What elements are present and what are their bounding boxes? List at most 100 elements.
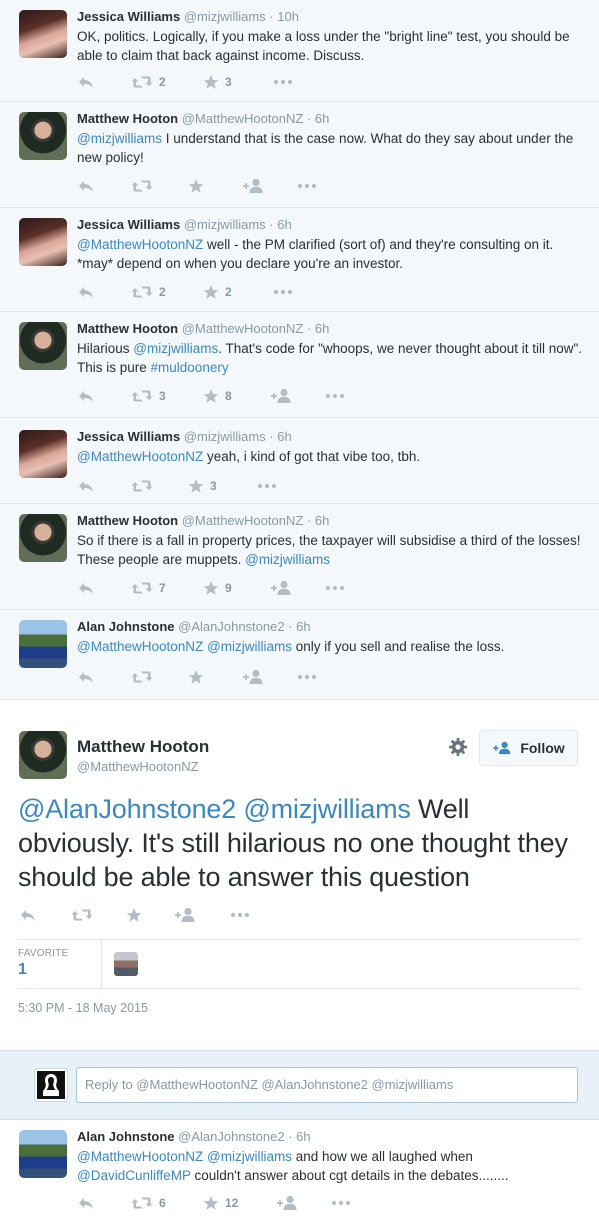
author-name[interactable]: Jessica Williams: [77, 429, 180, 444]
follow-icon[interactable]: [242, 176, 264, 196]
retweet-button[interactable]: 6: [131, 1193, 166, 1213]
reply-icon[interactable]: [19, 905, 37, 925]
follow-icon[interactable]: [174, 905, 196, 925]
gear-icon[interactable]: [448, 737, 468, 757]
mention-link[interactable]: @mizjwilliams: [207, 639, 292, 654]
mention-link[interactable]: @mizjwilliams: [207, 1149, 292, 1164]
retweet-icon[interactable]: [71, 905, 93, 925]
tweet-time[interactable]: · 6h: [307, 111, 329, 126]
author-handle[interactable]: @MatthewHootonNZ: [77, 759, 199, 774]
favorite-button[interactable]: 9: [203, 578, 232, 598]
author-name[interactable]: Alan Johnstone: [77, 619, 175, 634]
author-name[interactable]: Jessica Williams: [77, 217, 180, 232]
tweet-time[interactable]: · 10h: [269, 9, 299, 24]
conversation-tweet[interactable]: Alan Johnstone @AlanJohnstone2 · 6h @Mat…: [0, 610, 599, 699]
reply-icon[interactable]: [77, 578, 95, 598]
avatar[interactable]: [19, 112, 67, 160]
mention-link[interactable]: @mizjwilliams: [133, 341, 218, 356]
reply-icon[interactable]: [77, 176, 95, 196]
author-handle[interactable]: @mizjwilliams: [184, 217, 266, 232]
author-handle[interactable]: @MatthewHootonNZ: [182, 321, 304, 336]
author-name[interactable]: Alan Johnstone: [77, 1129, 175, 1144]
star-icon[interactable]: [188, 176, 204, 196]
avatar[interactable]: [19, 731, 67, 779]
author-handle[interactable]: @AlanJohnstone2: [178, 619, 284, 634]
retweet-icon[interactable]: [131, 476, 153, 496]
mention-link[interactable]: @mizjwilliams: [77, 131, 162, 146]
star-icon[interactable]: [126, 905, 142, 925]
author-handle[interactable]: @mizjwilliams: [184, 429, 266, 444]
tweet-time[interactable]: · 6h: [269, 429, 291, 444]
conversation-tweet[interactable]: Jessica Williams @mizjwilliams · 10h OK,…: [0, 0, 599, 102]
more-icon[interactable]: [297, 176, 317, 196]
more-icon[interactable]: [273, 72, 293, 92]
author-handle[interactable]: @AlanJohnstone2: [178, 1129, 284, 1144]
follow-button[interactable]: Follow: [479, 730, 578, 766]
mention-link[interactable]: @MatthewHootonNZ: [77, 1149, 203, 1164]
more-icon[interactable]: [273, 282, 293, 302]
favorite-button[interactable]: 2: [203, 282, 232, 302]
hashtag-link[interactable]: #muldoonery: [151, 360, 229, 375]
author-name[interactable]: Matthew Hooton: [77, 737, 209, 757]
author-handle[interactable]: @mizjwilliams: [184, 9, 266, 24]
tweet-time[interactable]: · 6h: [307, 321, 329, 336]
reply-icon[interactable]: [77, 1193, 95, 1213]
mention-link[interactable]: @mizjwilliams: [243, 794, 411, 824]
retweet-button[interactable]: 7: [131, 578, 166, 598]
avatar[interactable]: [19, 322, 67, 370]
reply-icon[interactable]: [77, 667, 95, 687]
tweet-time[interactable]: · 6h: [288, 1129, 310, 1144]
author-name[interactable]: Matthew Hooton: [77, 513, 178, 528]
reply-icon[interactable]: [77, 386, 95, 406]
tweet-time[interactable]: · 6h: [269, 217, 291, 232]
retweet-button[interactable]: 2: [131, 282, 166, 302]
star-icon[interactable]: [188, 667, 204, 687]
conversation-tweet[interactable]: Matthew Hooton @MatthewHootonNZ · 6h @mi…: [0, 102, 599, 208]
tweet-timestamp[interactable]: 5:30 PM - 18 May 2015: [18, 1001, 148, 1015]
more-icon[interactable]: [325, 578, 345, 598]
avatar[interactable]: [19, 430, 67, 478]
avatar[interactable]: [19, 514, 67, 562]
more-icon[interactable]: [230, 905, 250, 925]
mention-link[interactable]: @MatthewHootonNZ: [77, 639, 203, 654]
author-name[interactable]: Matthew Hooton: [77, 321, 178, 336]
tweet-time[interactable]: · 6h: [307, 513, 329, 528]
follow-icon[interactable]: [270, 386, 292, 406]
reply-icon[interactable]: [77, 72, 95, 92]
avatar[interactable]: [19, 1130, 67, 1178]
favorite-count[interactable]: 1: [18, 961, 27, 979]
reply-icon[interactable]: [77, 282, 95, 302]
retweet-button[interactable]: 2: [131, 72, 166, 92]
mention-link[interactable]: @MatthewHootonNZ: [77, 449, 203, 464]
follow-icon[interactable]: [270, 578, 292, 598]
follow-icon[interactable]: [242, 667, 264, 687]
favorite-button[interactable]: 8: [203, 386, 232, 406]
mention-link[interactable]: @DavidCunliffeMP: [77, 1168, 191, 1183]
author-name[interactable]: Jessica Williams: [77, 9, 180, 24]
more-icon[interactable]: [257, 476, 277, 496]
conversation-tweet[interactable]: Jessica Williams @mizjwilliams · 6h @Mat…: [0, 418, 599, 504]
reply-input[interactable]: Reply to @MatthewHootonNZ @AlanJohnstone…: [76, 1067, 578, 1103]
retweet-icon[interactable]: [131, 176, 153, 196]
author-handle[interactable]: @MatthewHootonNZ: [182, 513, 304, 528]
avatar[interactable]: [19, 218, 67, 266]
favorite-button[interactable]: 3: [188, 476, 217, 496]
mention-link[interactable]: @AlanJohnstone2: [18, 794, 236, 824]
mention-link[interactable]: @mizjwilliams: [245, 552, 330, 567]
conversation-tweet[interactable]: Matthew Hooton @MatthewHootonNZ · 6h Hil…: [0, 312, 599, 418]
tweet-time[interactable]: · 6h: [288, 619, 310, 634]
more-icon[interactable]: [331, 1193, 351, 1213]
conversation-tweet[interactable]: Matthew Hooton @MatthewHootonNZ · 6h So …: [0, 504, 599, 610]
reply-tweet[interactable]: Alan Johnstone @AlanJohnstone2 · 6h @Mat…: [0, 1120, 599, 1220]
favorite-button[interactable]: 3: [203, 72, 232, 92]
avatar[interactable]: [19, 10, 67, 58]
follow-icon[interactable]: [276, 1193, 298, 1213]
mention-link[interactable]: @MatthewHootonNZ: [77, 237, 203, 252]
favorite-button[interactable]: 12: [203, 1193, 238, 1213]
more-icon[interactable]: [297, 667, 317, 687]
avatar[interactable]: [19, 620, 67, 668]
conversation-tweet[interactable]: Jessica Williams @mizjwilliams · 6h @Mat…: [0, 208, 599, 312]
reply-icon[interactable]: [77, 476, 95, 496]
author-name[interactable]: Matthew Hooton: [77, 111, 178, 126]
more-icon[interactable]: [325, 386, 345, 406]
